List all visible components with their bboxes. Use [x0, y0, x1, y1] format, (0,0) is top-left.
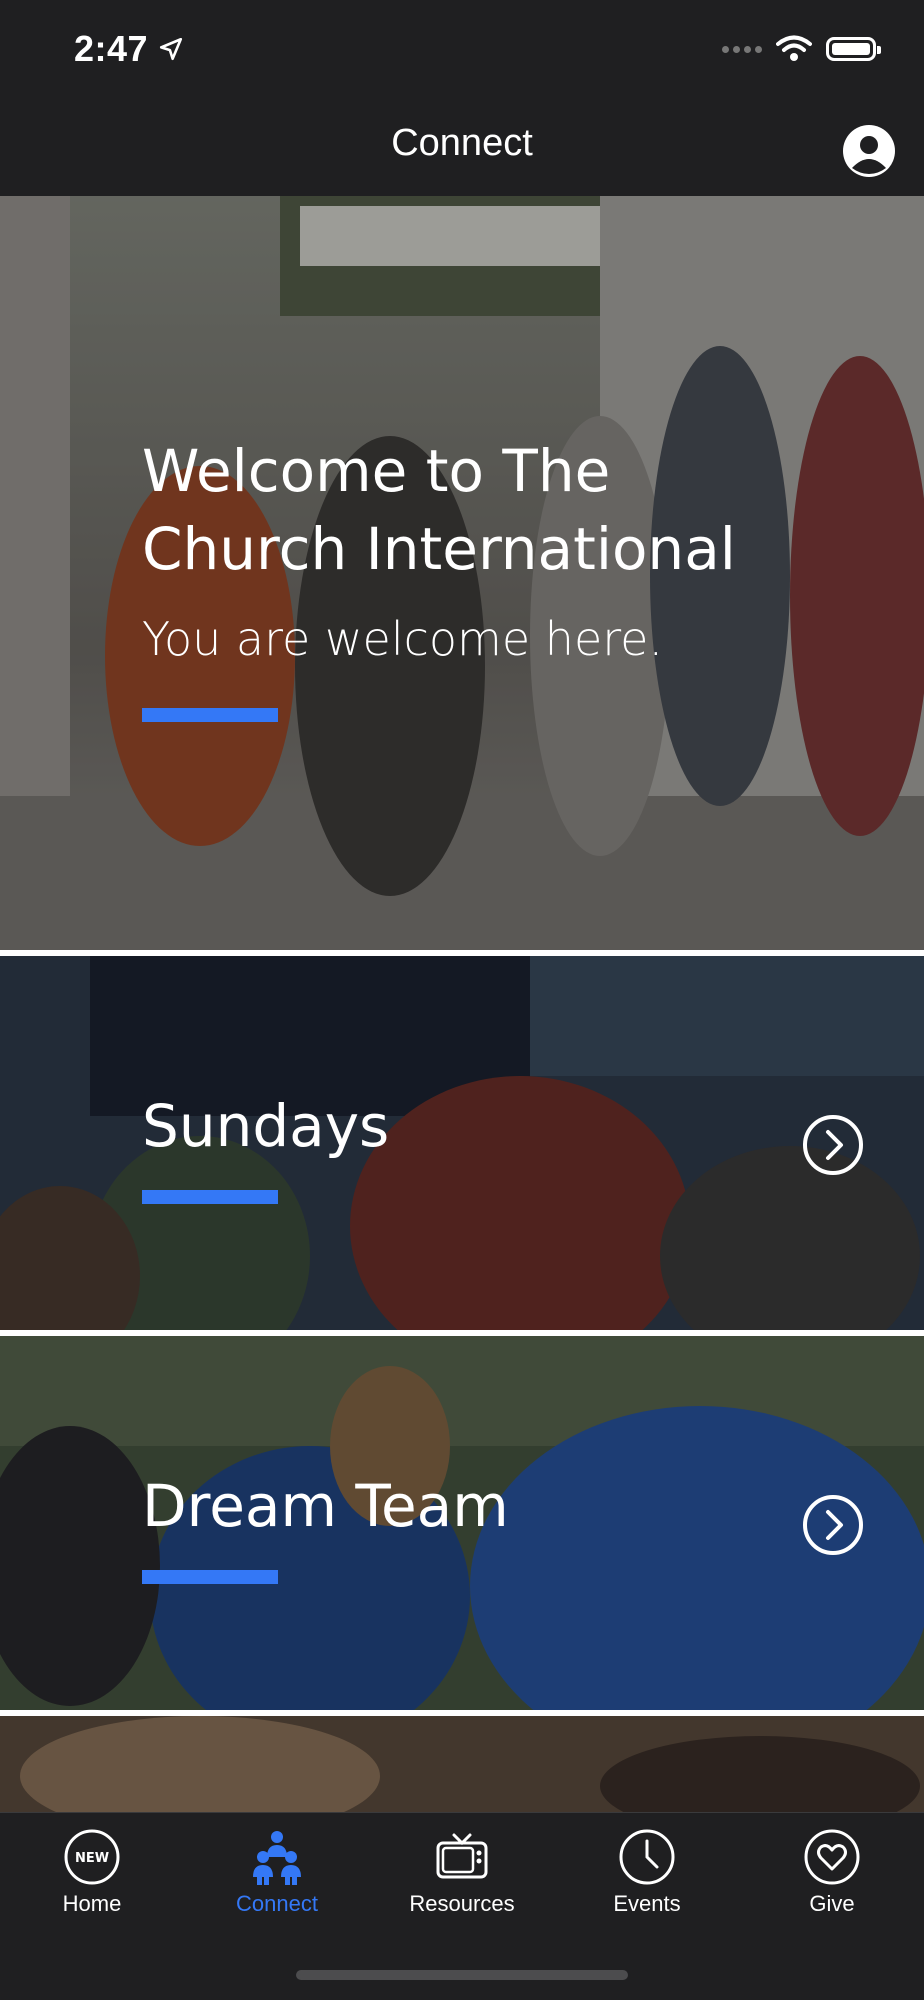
hero-title-line-1: Welcome to The	[142, 437, 611, 505]
tab-label: Home	[62, 1891, 122, 1916]
top-bar: 2:47 Connect	[0, 0, 924, 196]
new-badge-icon: NEW	[64, 1829, 120, 1885]
card-dream-team[interactable]: Dream Team	[0, 1336, 924, 1710]
status-indicators	[722, 34, 881, 64]
tab-resources[interactable]: Resources	[370, 1827, 554, 1917]
sundays-photo	[0, 956, 924, 1330]
tab-connect[interactable]: Connect	[185, 1827, 369, 1917]
clock-icon	[619, 1829, 675, 1885]
tab-label: Resources	[409, 1891, 515, 1916]
card-label: Dream Team	[142, 1472, 509, 1540]
card-sundays[interactable]: Sundays	[0, 956, 924, 1330]
person-circle-icon[interactable]	[842, 124, 896, 178]
tv-icon	[436, 1833, 488, 1879]
clock-time: 2:47	[74, 28, 149, 69]
home-indicator[interactable]	[296, 1970, 628, 1980]
hero-welcome-card: Welcome to The Church International You …	[0, 196, 924, 952]
location-arrow-icon	[160, 37, 183, 61]
tab-label: Connect	[236, 1891, 318, 1916]
tab-events[interactable]: Events	[555, 1827, 739, 1917]
chevron-right-circle-icon[interactable]	[802, 1114, 864, 1176]
battery-icon	[826, 37, 881, 61]
partial-card-photo	[0, 1716, 924, 1812]
card-accent-bar	[142, 1190, 278, 1204]
card-label: Sundays	[142, 1092, 390, 1160]
cellular-signal-icon	[722, 45, 762, 53]
hero-title-line-2: Church International	[142, 515, 736, 583]
tab-give[interactable]: Give	[740, 1827, 924, 1917]
page-title: Connect	[391, 122, 533, 164]
svg-text:NEW: NEW	[75, 1851, 109, 1866]
people-group-icon	[253, 1831, 301, 1885]
card-partial[interactable]	[0, 1716, 924, 1812]
tab-label: Events	[613, 1891, 681, 1916]
hero-title: Welcome to The Church International	[142, 432, 736, 588]
chevron-right-circle-icon[interactable]	[802, 1494, 864, 1556]
tab-label: Give	[809, 1891, 855, 1916]
wifi-icon	[776, 35, 812, 61]
hero-accent-bar	[142, 708, 278, 722]
hero-subtitle: You are welcome here.	[142, 612, 664, 666]
card-accent-bar	[142, 1570, 278, 1584]
status-bar-time: 2:47	[74, 28, 184, 70]
tab-home[interactable]: NEW Home	[0, 1827, 184, 1917]
heart-icon	[804, 1829, 860, 1885]
